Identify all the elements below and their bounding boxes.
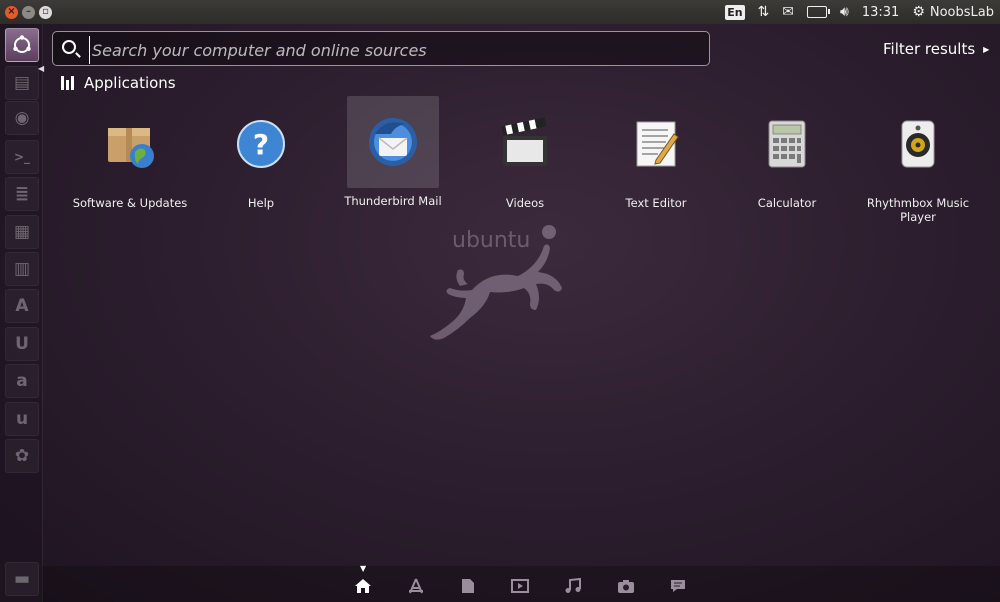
software-updates-icon	[84, 98, 176, 190]
app-label: Help	[247, 196, 275, 210]
window-controls: × – ▫	[5, 5, 52, 19]
launcher: ◀ ▤ ◉ >_ ≣ ▦ ▥ A U a u ✿ ▬	[0, 24, 44, 602]
top-panel: × – ▫ En ⇅ ✉ 🔊︎ 13:31 ⚙ NoobsLab	[0, 0, 1000, 24]
search-box[interactable]	[52, 31, 710, 66]
document-icon[interactable]: ▦	[5, 215, 39, 249]
lens-social-icon[interactable]	[666, 574, 690, 598]
ubuntu-one-music-icon[interactable]: u	[5, 402, 39, 436]
applications-category-icon	[61, 76, 74, 90]
user-name: NoobsLab	[929, 4, 994, 20]
ubuntu-gecko-watermark: ubuntu	[410, 220, 570, 360]
app-label: Calculator	[757, 196, 817, 210]
active-lens-indicator: ▼	[360, 564, 367, 573]
videos-icon	[479, 98, 571, 190]
chevron-right-icon: ▶	[983, 44, 990, 54]
amazon-icon[interactable]: a	[5, 364, 39, 398]
gear-icon: ⚙	[912, 4, 925, 20]
app-tile-text-editor[interactable]: Text Editor	[591, 98, 721, 210]
category-header[interactable]: Applications	[61, 74, 176, 92]
app-label: Videos	[505, 196, 545, 210]
svg-text:?: ?	[253, 128, 269, 161]
files-icon[interactable]: ▤	[5, 66, 39, 100]
writer-icon[interactable]: ≣	[5, 177, 39, 211]
app-tile-thunderbird[interactable]: Thunderbird Mail	[328, 96, 458, 208]
app-center-icon[interactable]: A	[5, 289, 39, 323]
lens-home-icon[interactable]	[351, 574, 375, 598]
battery-icon[interactable]	[807, 6, 831, 18]
category-title: Applications	[84, 74, 176, 92]
app-tile-calculator[interactable]: Calculator	[722, 98, 852, 210]
lens-music-icon[interactable]	[561, 574, 585, 598]
keyboard-layout-indicator[interactable]: En	[725, 4, 745, 20]
minimize-window-button[interactable]: –	[22, 5, 35, 19]
ubuntu-one-icon[interactable]: U	[5, 327, 39, 361]
indicator-area: En ⇅ ✉ 🔊︎ 13:31 ⚙ NoobsLab	[725, 0, 994, 24]
lens-applications-icon[interactable]	[404, 574, 428, 598]
close-window-button[interactable]: ×	[5, 5, 18, 19]
search-input[interactable]	[89, 36, 694, 64]
filter-results-label: Filter results	[883, 40, 976, 58]
session-menu[interactable]: ⚙ NoobsLab	[912, 4, 994, 20]
lens-files-icon[interactable]	[456, 574, 480, 598]
terminal-icon[interactable]: >_	[5, 140, 39, 174]
help-icon: ?	[215, 98, 307, 190]
maximize-window-button[interactable]: ▫	[39, 5, 52, 19]
app-label: Thunderbird Mail	[344, 194, 442, 208]
calculator-icon	[741, 98, 833, 190]
thunderbird-icon	[347, 96, 439, 188]
app-label: Text Editor	[625, 196, 687, 210]
search-icon	[62, 40, 76, 54]
rhythmbox-icon	[872, 98, 964, 190]
app-tile-rhythmbox[interactable]: Rhythmbox Music Player	[853, 98, 983, 224]
app-tile-software-updates[interactable]: Software & Updates	[65, 98, 195, 210]
lens-photos-icon[interactable]	[614, 574, 638, 598]
app-label: Rhythmbox Music Player	[866, 196, 970, 224]
app-label: Software & Updates	[72, 196, 188, 210]
settings-icon[interactable]: ✿	[5, 439, 39, 473]
app-tile-videos[interactable]: Videos	[460, 98, 590, 210]
clock[interactable]: 13:31	[862, 5, 899, 20]
presentation-icon[interactable]: ▥	[5, 252, 39, 286]
network-icon[interactable]: ⇅	[758, 4, 770, 20]
trash-icon[interactable]: ▬	[5, 562, 39, 596]
app-tile-help[interactable]: ? Help	[196, 98, 326, 210]
volume-icon[interactable]: 🔊︎	[840, 4, 849, 20]
filter-results-button[interactable]: Filter results ▶	[883, 40, 989, 58]
firefox-icon[interactable]: ◉	[5, 101, 39, 135]
text-editor-icon	[610, 98, 702, 190]
dash-home-icon[interactable]	[5, 28, 39, 62]
lens-video-icon[interactable]	[508, 574, 532, 598]
mail-icon[interactable]: ✉	[782, 4, 794, 20]
